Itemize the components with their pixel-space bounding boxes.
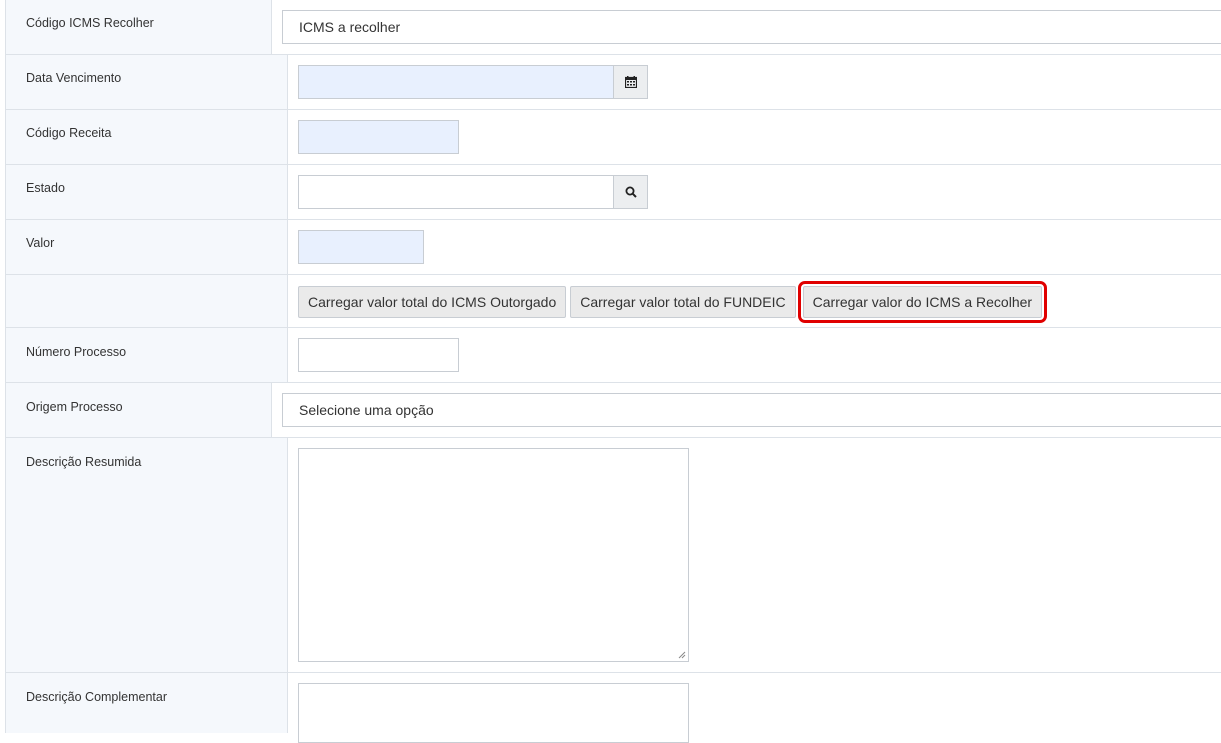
label-codigo-receita: Código Receita <box>6 110 288 164</box>
row-codigo-receita: Código Receita <box>6 110 1221 165</box>
search-button[interactable] <box>614 175 648 209</box>
row-numero-processo: Número Processo <box>6 328 1221 383</box>
search-icon <box>625 186 637 198</box>
form-table: Código ICMS Recolher ICMS a recolher Dat… <box>5 0 1221 743</box>
carregar-fundeic-button[interactable]: Carregar valor total do FUNDEIC <box>570 286 796 318</box>
label-estado: Estado <box>6 165 288 219</box>
row-estado: Estado <box>6 165 1221 220</box>
calendar-button[interactable] <box>614 65 648 99</box>
row-descricao-complementar: Descrição Complementar <box>6 673 1221 743</box>
row-origem-processo: Origem Processo Selecione uma opção <box>6 383 1221 438</box>
codigo-icms-select[interactable]: ICMS a recolher <box>282 10 1221 44</box>
row-descricao-resumida: Descrição Resumida <box>6 438 1221 673</box>
label-descricao-resumida: Descrição Resumida <box>6 438 288 672</box>
carregar-icms-recolher-button[interactable]: Carregar valor do ICMS a Recolher <box>797 281 1048 323</box>
numero-processo-input[interactable] <box>298 338 459 372</box>
label-codigo-icms: Código ICMS Recolher <box>6 0 272 54</box>
row-valor: Valor <box>6 220 1221 275</box>
label-origem-processo: Origem Processo <box>6 383 272 437</box>
valor-input[interactable] <box>298 230 424 264</box>
label-data-vencimento: Data Vencimento <box>6 55 288 109</box>
calendar-icon <box>624 76 637 88</box>
label-empty <box>6 275 288 327</box>
row-buttons: Carregar valor total do ICMS Outorgado Ca… <box>6 275 1221 328</box>
label-numero-processo: Número Processo <box>6 328 288 382</box>
carregar-icms-outorgado-button[interactable]: Carregar valor total do ICMS Outorgado <box>298 286 567 318</box>
descricao-resumida-textarea[interactable] <box>298 448 689 662</box>
descricao-complementar-textarea[interactable] <box>298 683 689 743</box>
estado-input[interactable] <box>298 175 614 209</box>
label-valor: Valor <box>6 220 288 274</box>
label-descricao-complementar: Descrição Complementar <box>6 673 288 733</box>
codigo-receita-input[interactable] <box>298 120 459 154</box>
data-vencimento-input[interactable] <box>298 65 614 99</box>
row-codigo-icms: Código ICMS Recolher ICMS a recolher <box>6 0 1221 55</box>
origem-processo-select[interactable]: Selecione uma opção <box>282 393 1221 427</box>
resize-grip-icon[interactable] <box>678 651 686 659</box>
row-data-vencimento: Data Vencimento <box>6 55 1221 110</box>
